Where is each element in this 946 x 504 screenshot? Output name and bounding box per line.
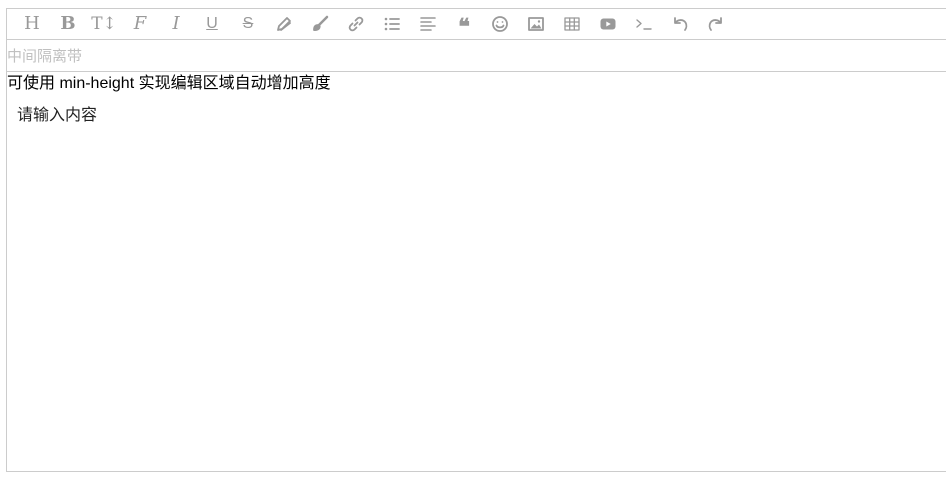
- quote-button[interactable]: ❝: [446, 9, 482, 39]
- redo-icon: [708, 17, 722, 31]
- link-icon: [348, 16, 364, 32]
- italic-icon: I: [172, 13, 180, 34]
- list-icon: [384, 17, 400, 31]
- font-size-icon: T↕: [91, 13, 117, 34]
- bold-icon: B: [60, 13, 76, 34]
- font-size-button[interactable]: T↕: [86, 9, 122, 39]
- list-button[interactable]: [374, 9, 410, 39]
- font-family-button[interactable]: F: [122, 9, 158, 39]
- undo-button[interactable]: [662, 9, 698, 39]
- image-icon: [528, 17, 544, 31]
- header-icon: H: [24, 13, 40, 34]
- editor-toolbar: H B T↕ F I U S ❝: [6, 8, 946, 40]
- header-button[interactable]: H: [14, 9, 50, 39]
- code-button[interactable]: [626, 9, 662, 39]
- justify-button[interactable]: [410, 9, 446, 39]
- divider-band: 中间隔离带: [6, 40, 946, 72]
- editor-area[interactable]: 可使用 min-height 实现编辑区域自动增加高度 请输入内容: [6, 72, 946, 472]
- quote-icon: ❝: [458, 14, 470, 40]
- video-button[interactable]: [590, 9, 626, 39]
- undo-icon: [674, 17, 688, 31]
- code-icon: [636, 19, 652, 30]
- bold-button[interactable]: B: [50, 9, 86, 39]
- bg-color-button[interactable]: [302, 9, 338, 39]
- font-family-icon: F: [133, 13, 147, 34]
- pencil-icon: [277, 17, 291, 31]
- underline-icon: U: [206, 15, 218, 32]
- strikethrough-button[interactable]: S: [230, 9, 266, 39]
- image-button[interactable]: [518, 9, 554, 39]
- table-icon: [564, 17, 580, 31]
- redo-button[interactable]: [698, 9, 734, 39]
- strikethrough-icon: S: [242, 15, 254, 32]
- italic-button[interactable]: I: [158, 9, 194, 39]
- video-icon: [600, 18, 616, 30]
- divider-label: 中间隔离带: [7, 48, 83, 65]
- text-color-button[interactable]: [266, 9, 302, 39]
- align-icon: [420, 17, 436, 31]
- link-button[interactable]: [338, 9, 374, 39]
- table-button[interactable]: [554, 9, 590, 39]
- emoticon-icon: [492, 16, 508, 32]
- underline-button[interactable]: U: [194, 9, 230, 39]
- editor-placeholder: 请输入内容: [17, 107, 98, 124]
- emoticon-button[interactable]: [482, 9, 518, 39]
- editor-hint-text: 可使用 min-height 实现编辑区域自动增加高度: [7, 75, 331, 92]
- brush-icon: [313, 15, 329, 32]
